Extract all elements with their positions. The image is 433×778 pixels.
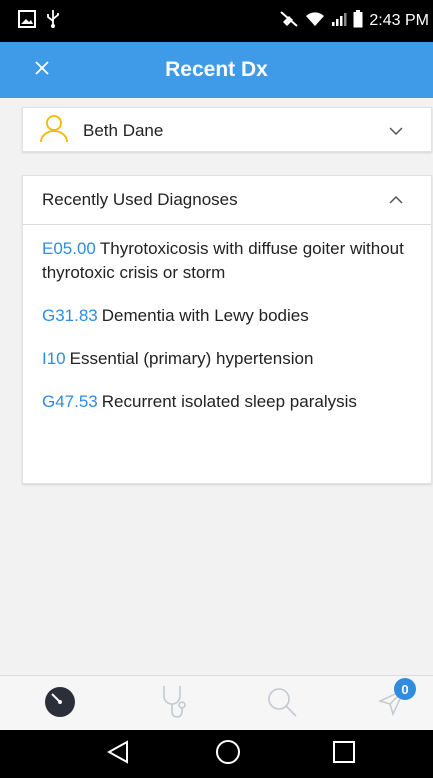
- timer-icon: [43, 685, 77, 724]
- recent-diagnoses-header[interactable]: Recently Used Diagnoses: [23, 176, 431, 225]
- diagnosis-item[interactable]: G31.83 Dementia with Lewy bodies: [42, 304, 412, 328]
- page-title: Recent Dx: [165, 58, 268, 81]
- diagnosis-description: Essential (primary) hypertension: [69, 349, 314, 368]
- mute-icon: [279, 10, 299, 33]
- diagnosis-item[interactable]: E05.00 Thyrotoxicosis with diffuse goiter…: [42, 237, 412, 285]
- recents-button[interactable]: [328, 738, 360, 770]
- back-icon: [106, 739, 129, 769]
- diagnosis-item[interactable]: I10 Essential (primary) hypertension: [42, 347, 412, 371]
- status-bar: 2:43 PM: [0, 0, 433, 42]
- diagnosis-description: Thyrotoxicosis with diffuse goiter witho…: [42, 239, 404, 282]
- home-icon: [215, 739, 241, 770]
- image-icon: [18, 9, 36, 33]
- tab-diagnosis[interactable]: [155, 684, 195, 724]
- wifi-icon: [305, 11, 325, 32]
- bottom-tab-bar: 0: [0, 675, 433, 731]
- signal-icon: [331, 11, 347, 32]
- diagnosis-item[interactable]: G47.53 Recurrent isolated sleep paralysis: [42, 390, 412, 414]
- status-right: 2:43 PM: [279, 9, 429, 33]
- status-time: 2:43 PM: [369, 12, 429, 29]
- usb-icon: [46, 9, 60, 34]
- recent-diagnoses-panel: Recently Used Diagnoses E05.00 Thyrotoxic…: [22, 175, 432, 484]
- home-button[interactable]: [212, 738, 244, 770]
- stethoscope-icon: [160, 684, 190, 725]
- back-button[interactable]: [102, 738, 134, 770]
- patient-selector: Beth Dane: [22, 107, 432, 152]
- diagnosis-description: Dementia with Lewy bodies: [101, 306, 309, 325]
- diagnosis-list: E05.00 Thyrotoxicosis with diffuse goiter…: [23, 225, 431, 414]
- diagnosis-code: E05.00: [42, 239, 96, 258]
- chevron-down-icon: [389, 122, 403, 140]
- system-nav-bar: [0, 730, 433, 778]
- patient-name: Beth Dane: [83, 120, 164, 140]
- recents-icon: [332, 740, 356, 769]
- app-bar: Recent Dx: [0, 42, 433, 98]
- tab-recent[interactable]: [40, 684, 80, 724]
- recent-diagnoses-title: Recently Used Diagnoses: [42, 190, 238, 209]
- outbox-badge: 0: [394, 678, 416, 700]
- tab-outbox[interactable]: 0: [372, 678, 416, 724]
- chevron-up-icon: [389, 191, 403, 209]
- diagnosis-description: Recurrent isolated sleep paralysis: [101, 392, 357, 411]
- person-icon: [39, 113, 69, 148]
- diagnosis-code: I10: [42, 349, 66, 368]
- diagnosis-code: G47.53: [42, 392, 98, 411]
- status-left: [18, 9, 60, 34]
- diagnosis-code: G31.83: [42, 306, 98, 325]
- search-icon: [266, 686, 298, 723]
- battery-icon: [353, 9, 363, 33]
- tab-search[interactable]: [262, 684, 302, 724]
- patient-dropdown[interactable]: Beth Dane: [23, 108, 431, 153]
